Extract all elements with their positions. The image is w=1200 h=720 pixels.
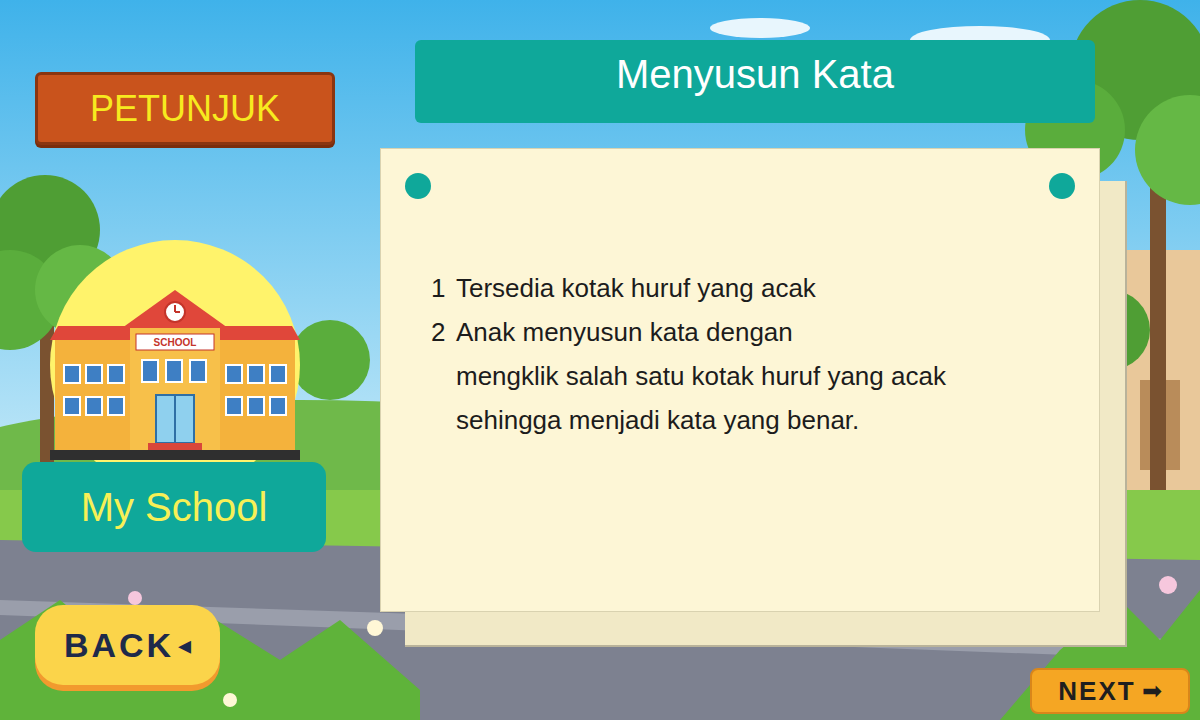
pin-dot [405,173,431,199]
left-panel: PETUNJUK SCHOOL My School BACK◂ [0,0,340,720]
instructions-paper: 1Tersedia kotak huruf yang acak2Anak men… [380,148,1100,612]
next-button[interactable]: NEXT➡ [1030,668,1190,714]
instruction-item: 1Tersedia kotak huruf yang acak [431,266,1099,310]
topic-label: My School [22,462,326,552]
back-button[interactable]: BACK◂ [35,605,220,685]
right-panel: Menyusun Kata 1Tersedia kotak huruf yang … [340,0,1200,720]
instructions-sign: PETUNJUK [35,72,335,145]
pin-dot [1049,173,1075,199]
school-illustration: SCHOOL [50,240,300,490]
instruction-item: 2Anak menyusun kata denganmengklik salah… [431,310,1099,442]
school-sign: SCHOOL [154,337,197,348]
title-bar: Menyusun Kata [415,40,1095,123]
game-screen: PETUNJUK SCHOOL My School BACK◂ Menyusun Kat… [0,0,1200,720]
